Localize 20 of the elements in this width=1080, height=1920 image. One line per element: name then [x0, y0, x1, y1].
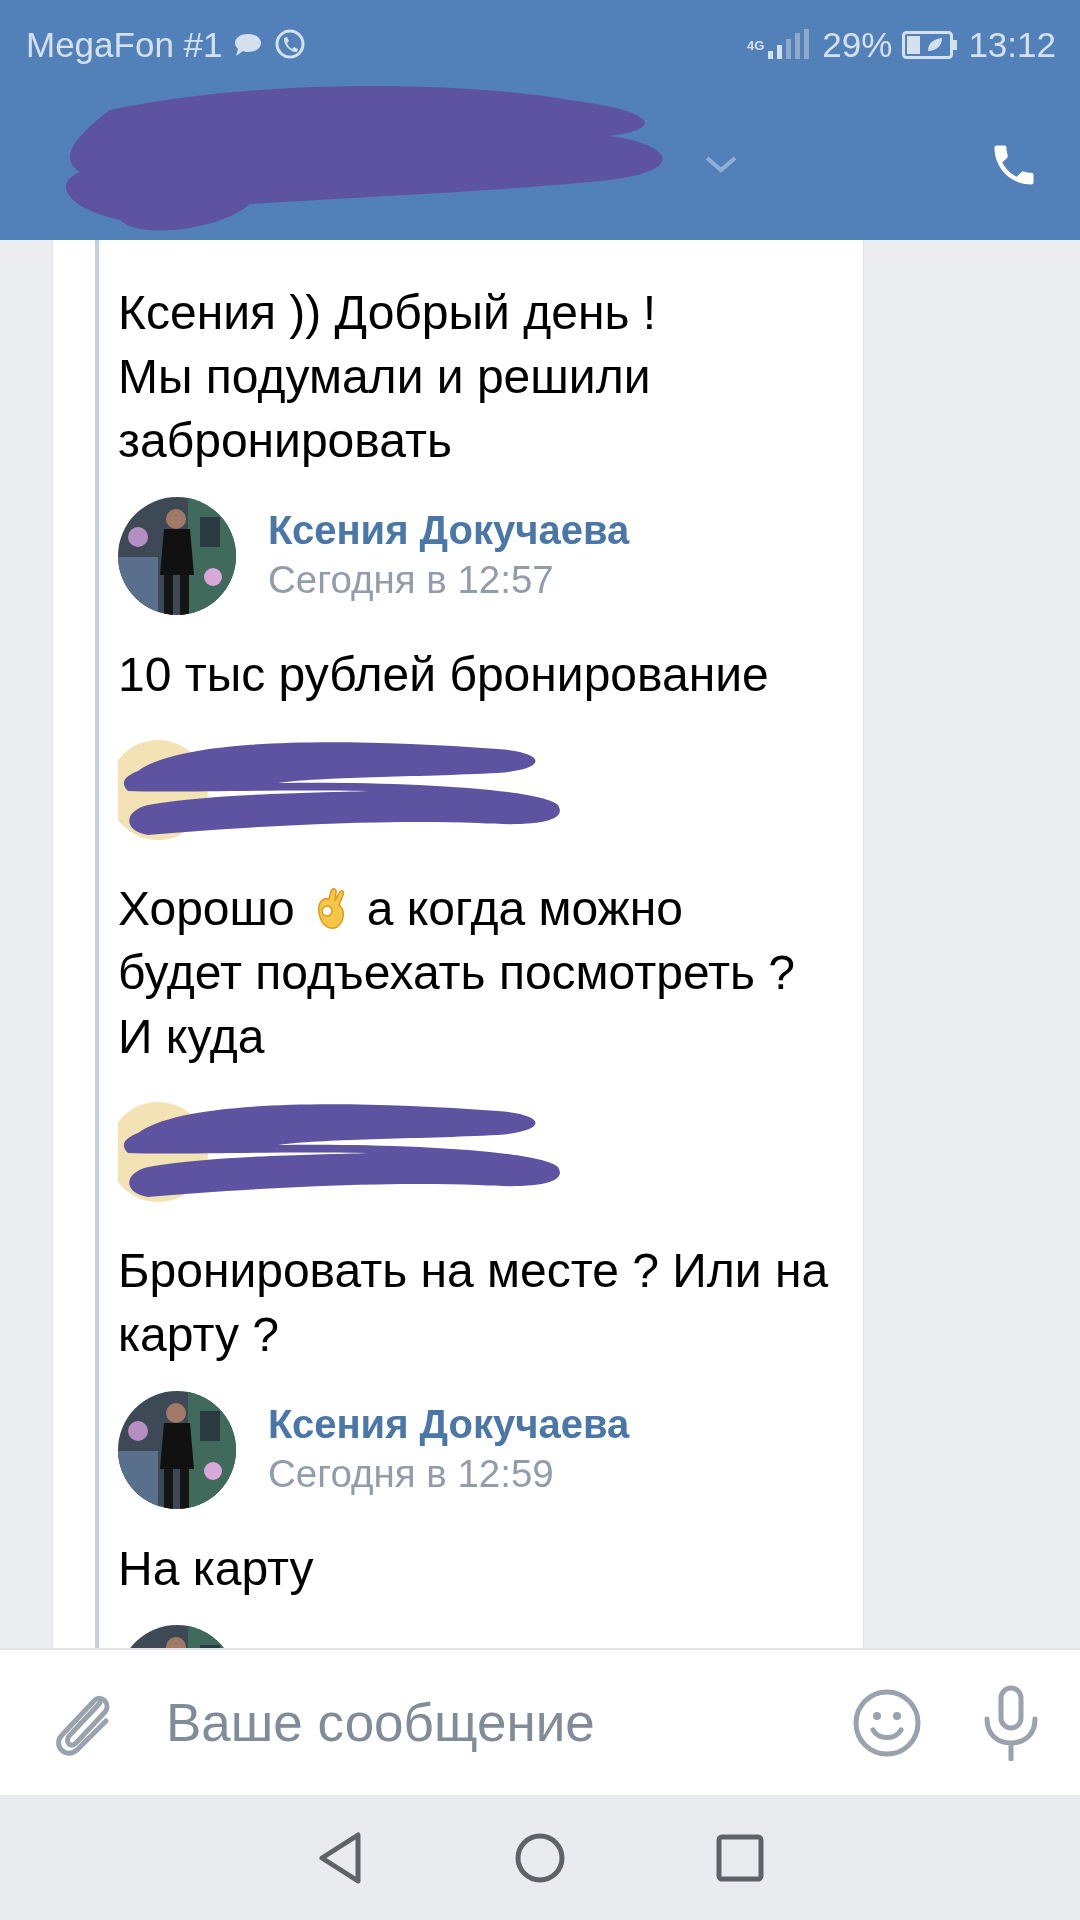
smiley-icon[interactable]	[852, 1687, 922, 1758]
battery-icon	[902, 31, 959, 59]
message-text: 10 тыс рублей бронирование	[118, 647, 770, 703]
carrier-name: MegaFon #1	[26, 25, 223, 65]
message-time: Сегодня в 12:57	[268, 557, 555, 603]
author-name[interactable]: Ксения Докучаева	[268, 1399, 630, 1449]
chat-bubble-icon	[232, 32, 263, 58]
recents-icon[interactable]	[716, 1833, 764, 1882]
message-time: Сегодня в 12:59	[268, 1451, 555, 1497]
microphone-icon[interactable]	[982, 1684, 1040, 1761]
battery-percent: 29%	[822, 25, 893, 65]
message-text: На карту	[118, 1541, 315, 1597]
message-text: Хорошо а когда можно будет подъехать посмотреть ? И куда	[118, 881, 797, 1065]
message-text: Ксения )) Добрый день ! Мы подумали и решили забронировать	[118, 285, 658, 469]
back-icon[interactable]	[316, 1830, 364, 1885]
home-icon[interactable]	[514, 1831, 566, 1884]
clock-time: 13:12	[968, 25, 1056, 65]
network-type: 4G	[747, 38, 765, 52]
author-name[interactable]: Ксения Докучаева	[268, 505, 630, 555]
message-text: Бронировать на месте ? Или на карту ?	[118, 1243, 830, 1363]
